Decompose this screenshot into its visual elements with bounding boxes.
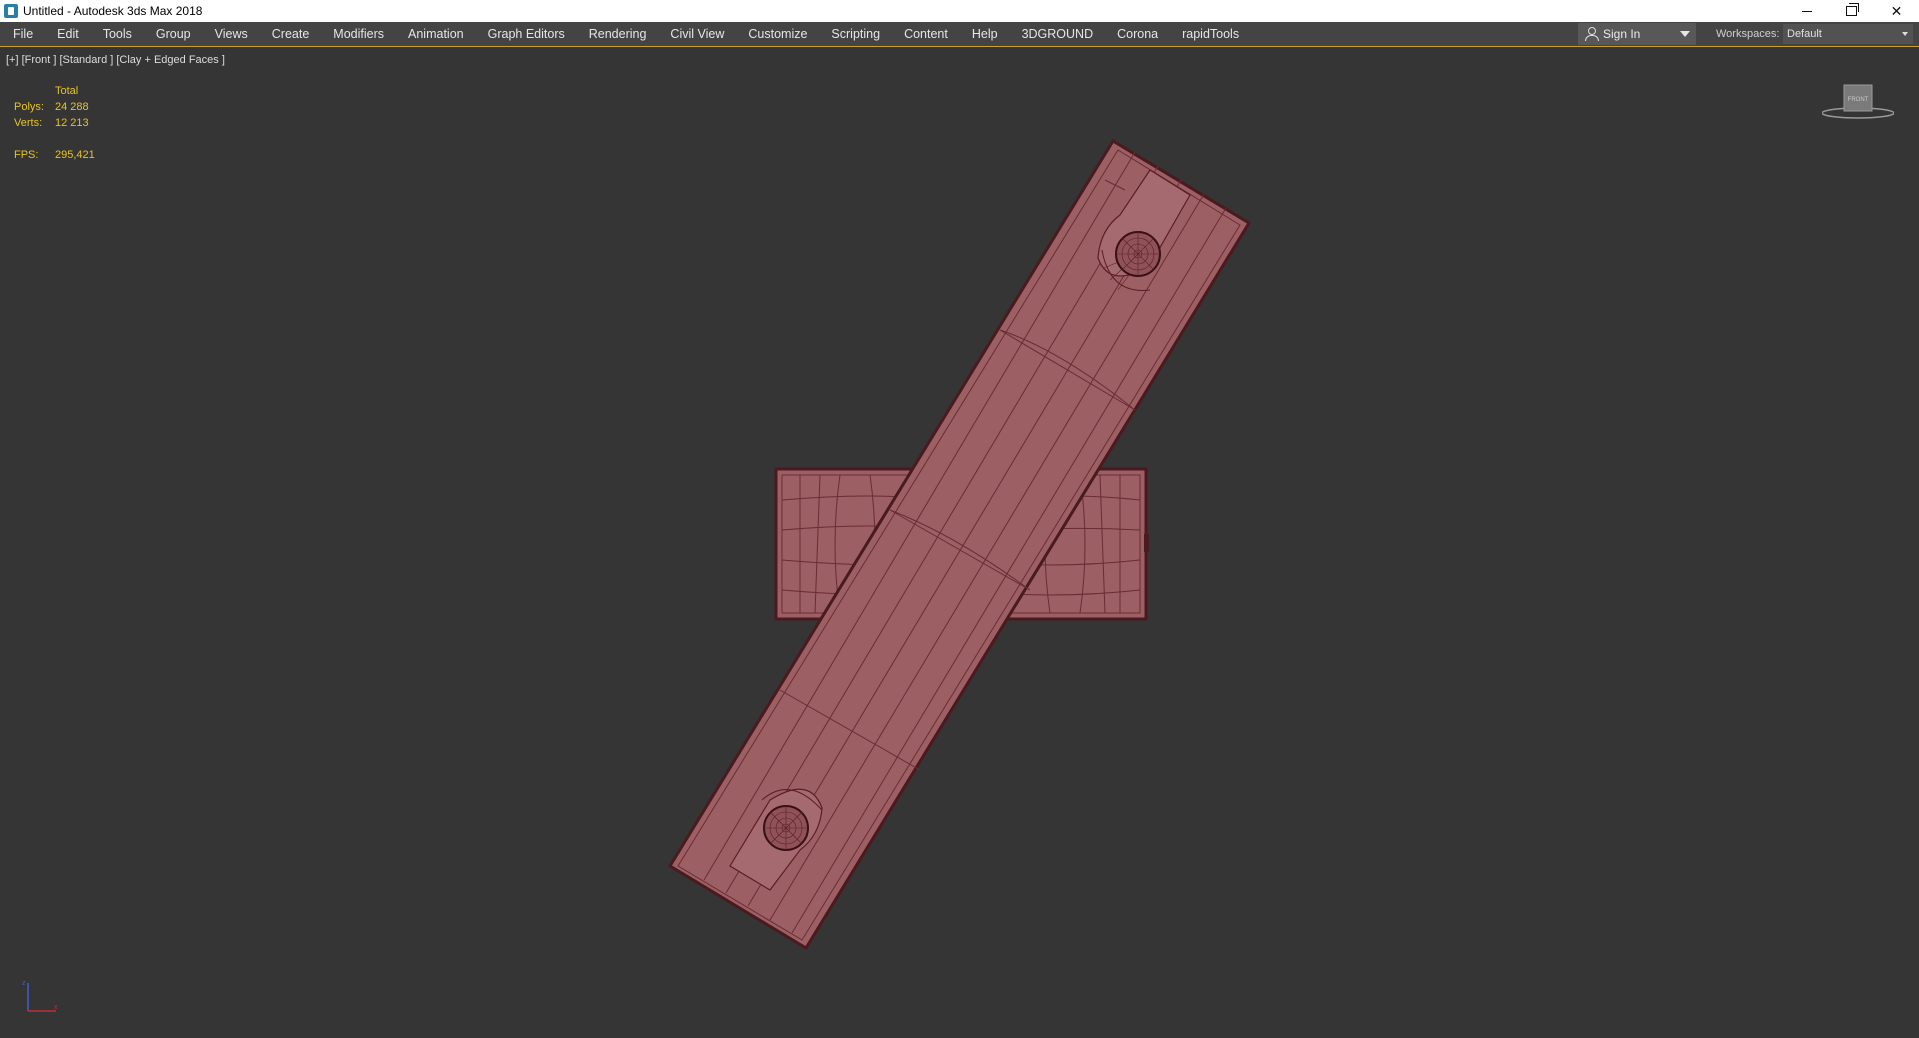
minimize-button[interactable]: [1784, 0, 1829, 22]
menu-item-file[interactable]: File: [0, 22, 45, 46]
sign-in-label: Sign In: [1603, 27, 1641, 41]
viewcube[interactable]: FRONT: [1821, 83, 1895, 123]
svg-text:x: x: [54, 1004, 58, 1011]
menu-item-views[interactable]: Views: [203, 22, 260, 46]
menu-item-modifiers[interactable]: Modifiers: [321, 22, 396, 46]
restore-icon: [1846, 3, 1859, 16]
3ds-max-app-icon[interactable]: [4, 4, 18, 18]
viewcube-face-label: FRONT: [1848, 97, 1869, 103]
chevron-down-icon: [1902, 32, 1908, 36]
axis-tripod-icon: z x: [20, 977, 60, 1017]
close-icon: ✕: [1890, 2, 1903, 19]
window-controls: ✕: [1784, 0, 1919, 22]
chevron-down-icon: [1680, 31, 1690, 37]
menu-item-rapidtools[interactable]: rapidTools: [1170, 22, 1251, 46]
menu-item-corona[interactable]: Corona: [1105, 22, 1170, 46]
menu-item-scripting[interactable]: Scripting: [819, 22, 892, 46]
menu-item-customize[interactable]: Customize: [736, 22, 819, 46]
workspaces-select[interactable]: Default: [1783, 24, 1913, 44]
restore-button[interactable]: [1829, 0, 1874, 22]
model-render[interactable]: [0, 47, 1919, 1038]
workspaces-label: Workspaces:: [1716, 28, 1780, 40]
menu-item-tools[interactable]: Tools: [91, 22, 144, 46]
workspaces-value: Default: [1787, 28, 1822, 40]
svg-text:z: z: [22, 980, 26, 987]
sign-in-dropdown[interactable]: Sign In: [1578, 23, 1696, 45]
viewcube-icon[interactable]: FRONT: [1821, 83, 1895, 123]
diagonal-plank-mesh[interactable]: [667, 138, 1252, 951]
menu-items: File Edit Tools Group Views Create Modifiers An…: [0, 22, 1251, 46]
user-icon: [1584, 27, 1599, 41]
minimize-icon: [1801, 10, 1812, 12]
menu-item-graph-editors[interactable]: Graph Editors: [476, 22, 577, 46]
close-button[interactable]: ✕: [1874, 0, 1919, 22]
menu-item-animation[interactable]: Animation: [396, 22, 476, 46]
front-viewport[interactable]: [+] [Front ] [Standard ] [Clay + Edged F…: [0, 47, 1919, 1038]
menu-item-help[interactable]: Help: [960, 22, 1010, 46]
menu-item-content[interactable]: Content: [892, 22, 960, 46]
menu-item-edit[interactable]: Edit: [45, 22, 91, 46]
menu-item-3dground[interactable]: 3DGROUND: [1010, 22, 1106, 46]
menu-item-civil-view[interactable]: Civil View: [658, 22, 736, 46]
menu-item-group[interactable]: Group: [144, 22, 203, 46]
menu-bar: File Edit Tools Group Views Create Modifiers An…: [0, 22, 1919, 47]
window-title: Untitled - Autodesk 3ds Max 2018: [23, 4, 203, 18]
menu-item-create[interactable]: Create: [260, 22, 322, 46]
menu-item-rendering[interactable]: Rendering: [577, 22, 659, 46]
title-bar: Untitled - Autodesk 3ds Max 2018 ✕: [0, 0, 1919, 22]
